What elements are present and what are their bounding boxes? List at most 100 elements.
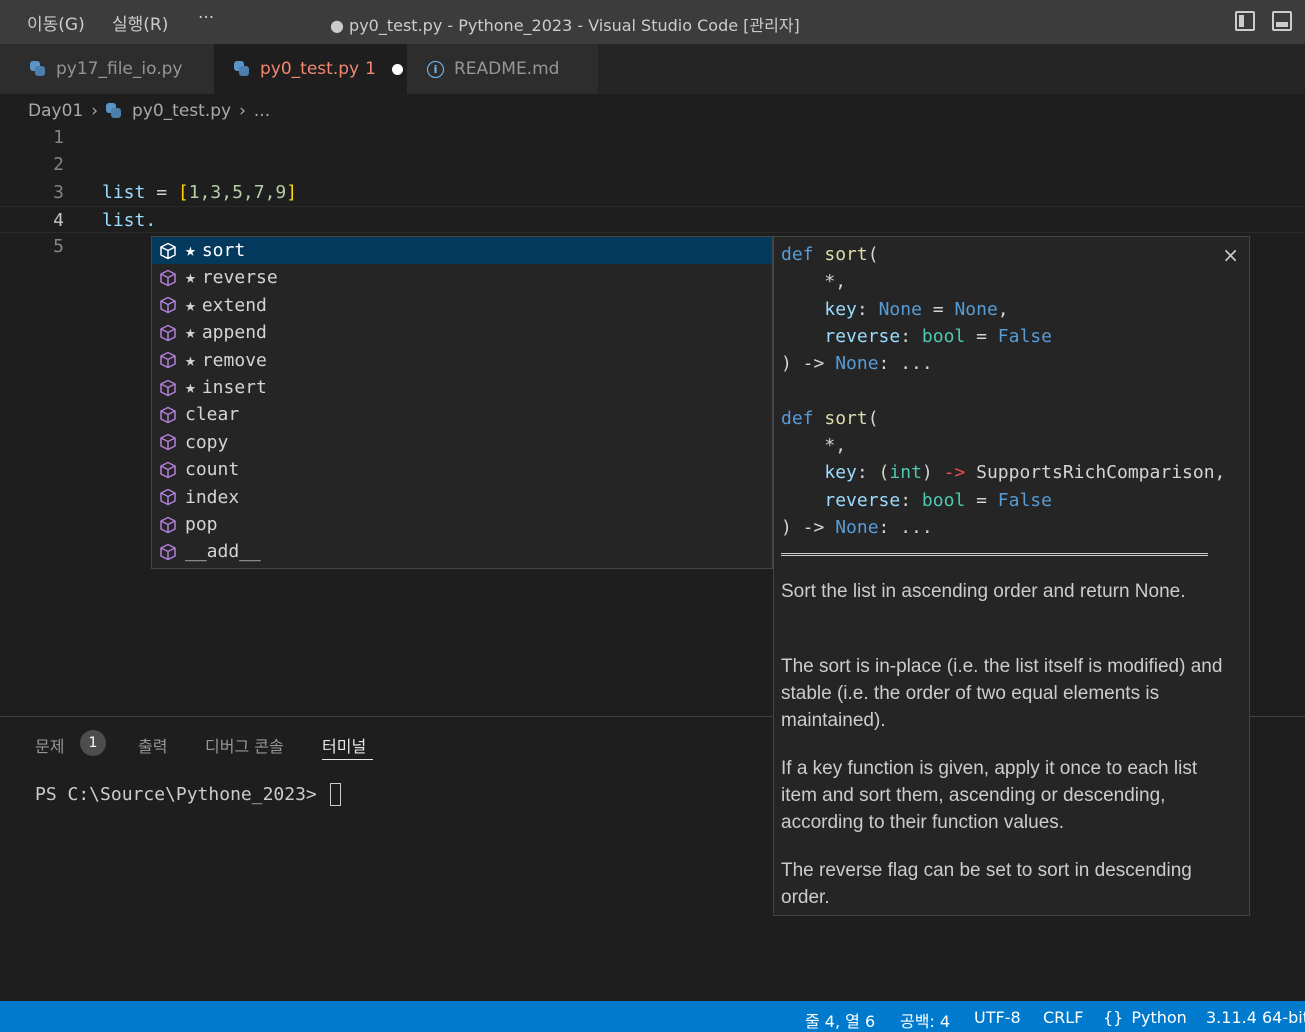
- breadcrumb-file[interactable]: py0_test.py: [132, 101, 231, 121]
- tab-py0-test[interactable]: py0_test.py 1: [214, 44, 407, 94]
- method-icon: [159, 433, 185, 451]
- menu-run[interactable]: 실행(R): [112, 10, 168, 35]
- editor-tab-bar: py17_file_io.py py0_test.py 1 i README.m…: [0, 44, 1305, 94]
- suggestion-item[interactable]: __add__: [152, 538, 772, 565]
- language-mode[interactable]: {} Python: [1103, 1008, 1187, 1027]
- encoding[interactable]: UTF-8: [974, 1008, 1021, 1027]
- signature-line: reverse: bool = False: [824, 490, 1052, 511]
- method-icon: [159, 543, 185, 561]
- method-icon: [159, 406, 185, 424]
- signature-line: key: None = None,: [824, 299, 1009, 320]
- star-icon: ★: [185, 267, 196, 289]
- toggle-panel-icon[interactable]: [1272, 11, 1292, 31]
- method-icon: [159, 488, 185, 506]
- suggestion-label: count: [185, 459, 240, 481]
- problem-count-badge: 1: [365, 59, 376, 79]
- suggestion-item[interactable]: ★ sort: [152, 237, 772, 264]
- indentation[interactable]: 공백: 4: [900, 1008, 950, 1032]
- suggestion-details: × def sort( *, key: None = None, reverse…: [773, 236, 1250, 916]
- signature-line: *,: [824, 271, 847, 292]
- suggestion-label: append: [201, 322, 267, 344]
- info-icon: i: [427, 60, 444, 78]
- signature-line: reverse: bool = False: [824, 326, 1052, 347]
- star-icon: ★: [185, 294, 196, 316]
- suggestion-label: pop: [185, 514, 218, 535]
- unsaved-dot-icon[interactable]: [391, 63, 403, 75]
- suggestion-label: reverse: [201, 267, 278, 289]
- suggestion-item[interactable]: ★ insert: [152, 374, 772, 401]
- suggestion-item[interactable]: count: [152, 456, 772, 483]
- tab-output[interactable]: 출력: [138, 733, 167, 757]
- terminal-prompt: PS C:\Source\Pythone_2023>: [35, 784, 328, 805]
- code-line: 1: [0, 124, 1305, 151]
- python-icon: [234, 61, 250, 77]
- code-line: 3 list = [1,3,5,7,9]: [0, 179, 1305, 206]
- breadcrumb-more[interactable]: ...: [254, 101, 270, 121]
- breadcrumb: Day01 › py0_test.py › ...: [28, 100, 270, 122]
- tab-label: README.md: [454, 59, 560, 79]
- problems-count-badge: 1: [80, 730, 106, 756]
- suggestion-item[interactable]: ★ remove: [152, 347, 772, 374]
- suggestion-label: copy: [185, 431, 229, 453]
- method-icon: [159, 324, 185, 342]
- suggestion-item[interactable]: ★ extend: [152, 292, 772, 319]
- toggle-sidebar-icon[interactable]: [1235, 11, 1255, 31]
- title-bar: 이동(G) 실행(R) ··· ● py0_test.py - Pythone_…: [0, 0, 1305, 44]
- python-icon: [30, 61, 46, 77]
- suggestion-item[interactable]: copy: [152, 429, 772, 456]
- line-number: 5: [53, 236, 64, 257]
- suggestion-item[interactable]: ★ append: [152, 319, 772, 346]
- tab-label: py17_file_io.py: [56, 59, 183, 79]
- window-title: ● py0_test.py - Pythone_2023 - Visual St…: [330, 16, 800, 35]
- suggestion-item[interactable]: ★ reverse: [152, 264, 772, 291]
- suggestion-item[interactable]: clear: [152, 401, 772, 428]
- signature-line: key: (int) -> SupportsRichComparison,: [824, 462, 1226, 483]
- chevron-right-icon: ›: [239, 101, 246, 121]
- tab-label: py0_test.py: [260, 59, 360, 79]
- chevron-right-icon: ›: [91, 101, 99, 121]
- line-number: 4: [53, 210, 64, 231]
- terminal-prompt-line[interactable]: PS C:\Source\Pythone_2023>: [35, 783, 341, 806]
- end-of-line[interactable]: CRLF: [1043, 1008, 1083, 1027]
- method-icon: [159, 242, 185, 260]
- method-icon: [159, 351, 185, 369]
- signature-line: def sort(: [781, 408, 879, 429]
- braces-icon: {}: [1103, 1008, 1124, 1027]
- breadcrumb-folder[interactable]: Day01: [28, 101, 83, 121]
- suggestion-label: index: [185, 486, 240, 508]
- doc-paragraph: If a key function is given, apply it onc…: [781, 758, 1198, 833]
- doc-paragraph: The reverse flag can be set to sort in d…: [781, 860, 1192, 908]
- active-tab-underline: [322, 759, 373, 760]
- line-number: 1: [53, 127, 64, 148]
- line-number: 3: [53, 182, 64, 203]
- suggestion-item[interactable]: pop: [152, 511, 772, 538]
- python-icon: [106, 103, 122, 119]
- suggestion-item[interactable]: index: [152, 484, 772, 511]
- tab-readme[interactable]: i README.md: [407, 44, 598, 94]
- method-icon: [159, 269, 185, 287]
- tab-problems[interactable]: 문제: [35, 733, 64, 757]
- tab-debug-console[interactable]: 디버그 콘솔: [205, 733, 284, 757]
- suggestion-label: clear: [185, 404, 240, 426]
- method-icon: [159, 461, 185, 479]
- python-interpreter[interactable]: 3.11.4 64-bit: [1206, 1008, 1305, 1027]
- divider: [781, 553, 1208, 556]
- signature-line: def sort(: [781, 244, 879, 265]
- star-icon: ★: [185, 349, 196, 371]
- tab-terminal[interactable]: 터미널: [322, 733, 366, 757]
- signature-line: ) -> None: ...: [781, 517, 933, 538]
- line-number: 2: [53, 154, 64, 175]
- status-bar: 줄 4, 열 6 공백: 4 UTF-8 CRLF {} Python 3.11.…: [0, 1001, 1305, 1032]
- menu-more[interactable]: ···: [198, 8, 214, 28]
- code-line: 2: [0, 151, 1305, 178]
- suggestion-label: extend: [201, 294, 267, 316]
- code-text: list = [1,3,5,7,9]: [102, 182, 298, 203]
- tab-py17-file-io[interactable]: py17_file_io.py: [0, 44, 214, 94]
- cursor-position[interactable]: 줄 4, 열 6: [805, 1008, 875, 1032]
- doc-paragraph: The sort is in-place (i.e. the list itse…: [781, 656, 1223, 731]
- star-icon: ★: [185, 377, 196, 398]
- close-icon[interactable]: ×: [1222, 243, 1239, 267]
- menu-goto[interactable]: 이동(G): [27, 10, 85, 35]
- suggestion-label: insert: [201, 377, 267, 398]
- autocomplete-list[interactable]: ★ sort ★ reverse ★ extend ★ append ★ remove ★ inser…: [151, 236, 773, 569]
